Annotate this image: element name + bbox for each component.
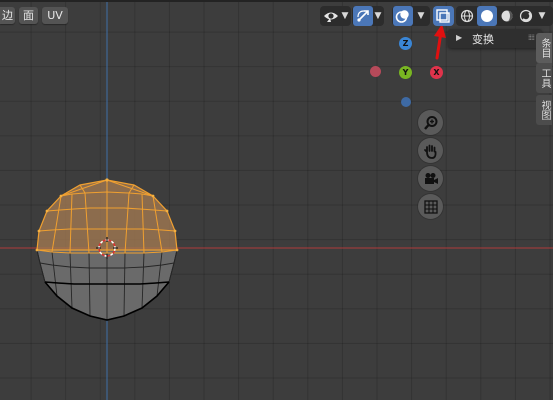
gizmo-toggle-button[interactable]	[353, 6, 373, 26]
3d-viewport[interactable]: 边 面 UV ▼ ▼ ▼ ▼ ▶ 变换 ⁞⁞⁞⁞ 条目 工具 视图 Z Y X	[0, 0, 553, 400]
tab-tool-label: 工具	[539, 68, 550, 88]
axis-y-label: Y	[402, 68, 409, 77]
xray-toggle-button[interactable]	[433, 6, 453, 26]
zoom-icon	[423, 115, 437, 130]
axis-z[interactable]: Z	[399, 37, 412, 50]
axis-x[interactable]: X	[430, 66, 443, 79]
visibility-group: ▼	[320, 6, 351, 26]
axis-neg-z[interactable]	[401, 97, 411, 107]
wireframe-shading-icon	[460, 9, 474, 23]
xray-group	[433, 6, 454, 26]
annotation-arrow	[434, 24, 446, 60]
tab-view-label: 视图	[539, 100, 550, 120]
chevron-down-icon[interactable]: ▼	[372, 8, 384, 24]
transform-panel[interactable]: ▶ 变换 ⁞⁞⁞⁞	[448, 29, 542, 48]
gizmo-arrows-icon	[357, 10, 369, 22]
axis-x-label: X	[433, 68, 440, 77]
chevron-down-icon[interactable]: ▼	[339, 8, 351, 24]
zoom-button[interactable]	[418, 110, 443, 135]
overlay-toggle-button[interactable]	[393, 6, 413, 26]
chevron-down-icon[interactable]: ▼	[415, 8, 427, 24]
wireframe-shading-button[interactable]	[457, 6, 477, 26]
visibility-button[interactable]	[321, 6, 341, 26]
tab-tool[interactable]: 工具	[536, 63, 552, 93]
select-edge-button[interactable]: 边	[0, 7, 15, 24]
pan-button[interactable]	[418, 138, 443, 163]
rendered-shading-button[interactable]	[516, 6, 536, 26]
solid-shading-icon	[481, 10, 493, 22]
rendered-shading-icon	[519, 9, 533, 23]
tab-view[interactable]: 视图	[536, 95, 552, 125]
drag-grip-icon[interactable]: ⁞⁞⁞⁞	[528, 33, 535, 42]
chevron-down-icon[interactable]: ▼	[536, 8, 548, 24]
camera-icon	[424, 172, 438, 184]
scene-canvas	[0, 0, 553, 400]
material-shading-button[interactable]	[497, 6, 517, 26]
ortho-toggle-button[interactable]	[418, 194, 443, 219]
transform-label: 变换	[472, 33, 494, 46]
pan-hand-icon	[423, 144, 436, 159]
eye-icon	[324, 12, 338, 22]
axis-neg-x[interactable]	[370, 66, 381, 77]
grid-icon	[423, 199, 438, 214]
face-label: 面	[23, 9, 34, 22]
axis-z-label: Z	[402, 39, 409, 48]
uv-menu-button[interactable]: UV	[42, 7, 68, 24]
edge-label: 边	[2, 9, 13, 22]
select-face-button[interactable]: 面	[19, 7, 38, 24]
tab-item-label: 条目	[539, 38, 550, 58]
sphere-mesh[interactable]	[35, 178, 179, 321]
uv-label: UV	[47, 9, 63, 22]
shading-group: ▼	[456, 6, 553, 26]
material-shading-icon	[501, 10, 513, 22]
gizmo-group: ▼	[352, 6, 384, 26]
header-top-strip	[0, 0, 553, 2]
solid-shading-button[interactable]	[477, 6, 497, 26]
expand-triangle-icon[interactable]: ▶	[456, 33, 462, 42]
xray-toggle-icon	[436, 9, 450, 23]
overlay-group: ▼	[392, 6, 430, 26]
camera-view-button[interactable]	[418, 166, 443, 191]
axis-y[interactable]: Y	[399, 66, 412, 79]
overlay-circles-icon	[395, 10, 409, 23]
tab-item[interactable]: 条目	[536, 33, 552, 63]
